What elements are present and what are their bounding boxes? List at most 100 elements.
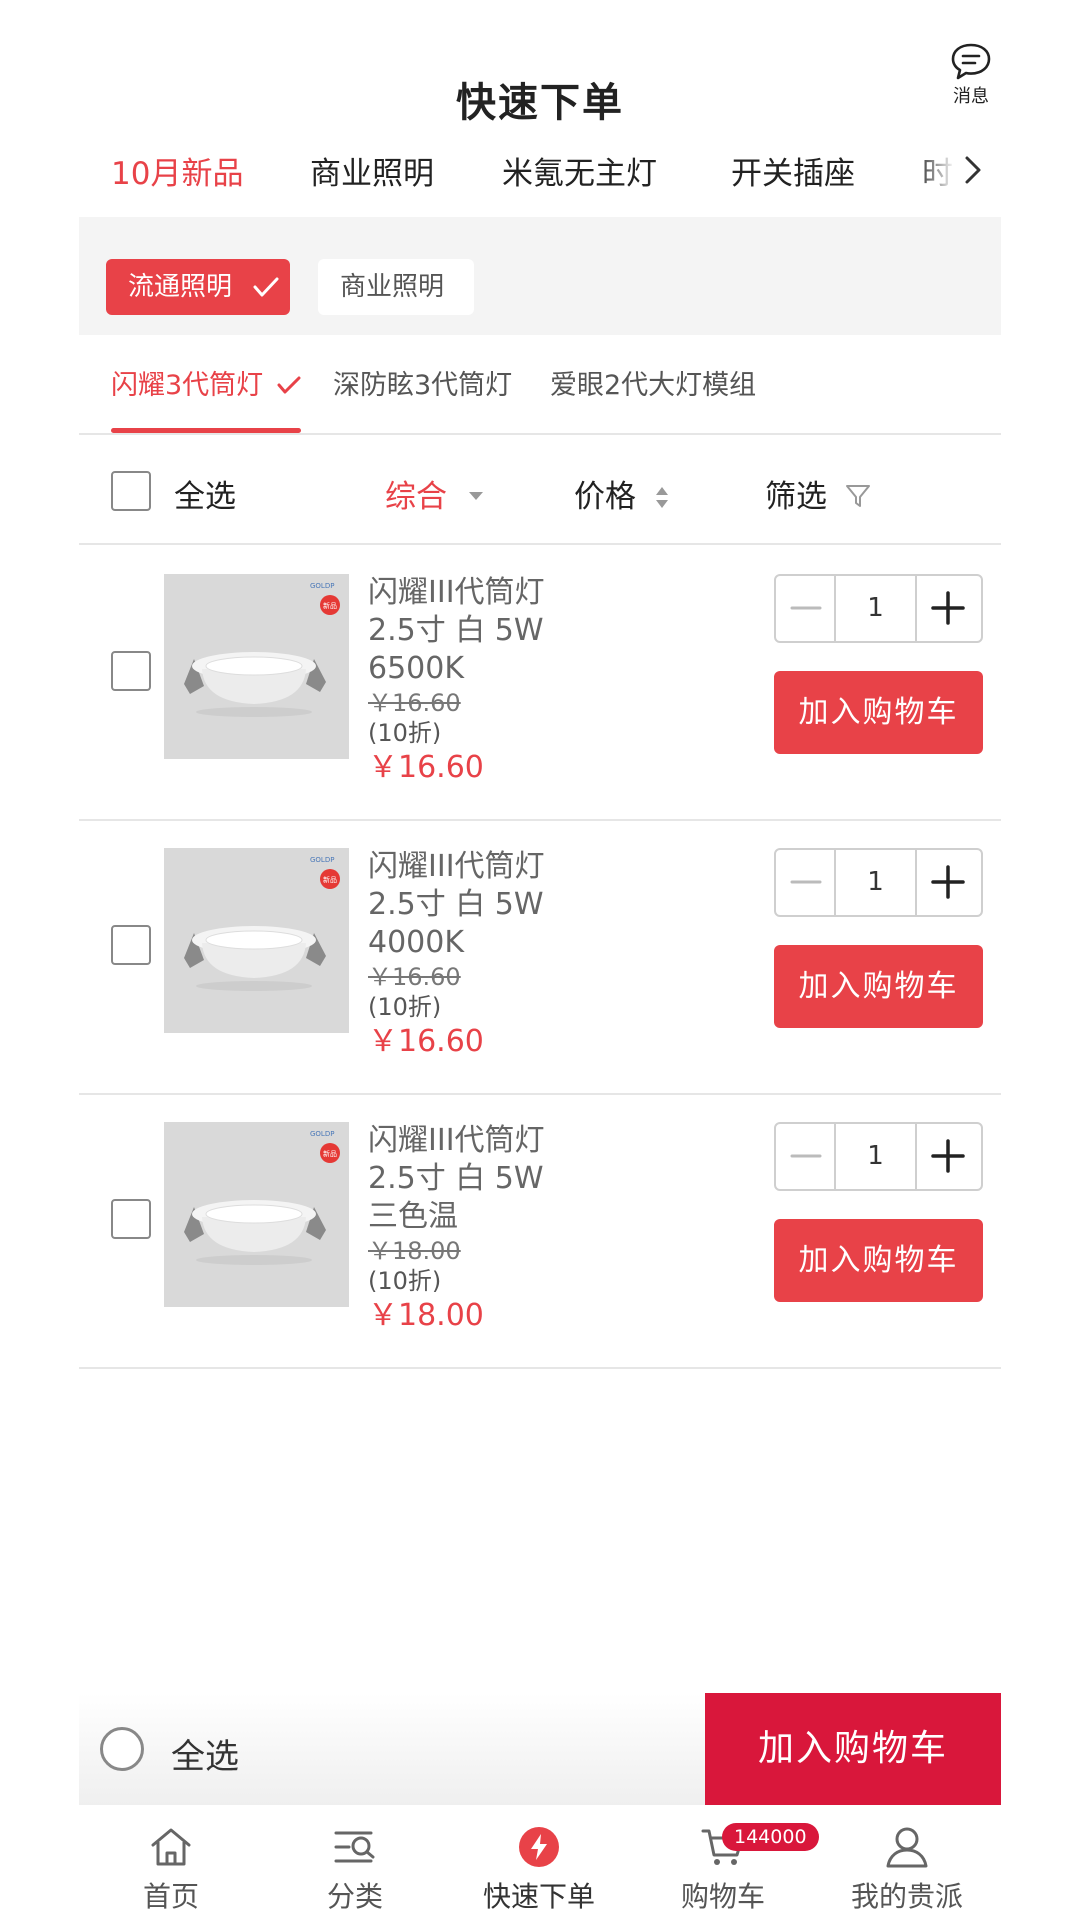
product-color-temp: 4000K [368, 925, 465, 960]
series-tab-eyecare2[interactable]: 爱眼2代大灯模组 [550, 363, 756, 402]
nav-home-label: 首页 [142, 1880, 199, 1913]
downlight-image: GOLDP 新品 [164, 574, 349, 759]
svg-text:新品: 新品 [323, 875, 337, 884]
original-price: ￥16.60 [368, 689, 461, 717]
tab-october-new[interactable]: 10月新品 [111, 148, 243, 193]
sort-arrows-icon [655, 487, 668, 508]
check-icon [253, 277, 279, 297]
select-all-radio[interactable] [100, 1727, 144, 1771]
filter-button[interactable]: 筛选 [765, 471, 873, 516]
product-info: 闪耀III代筒灯 2.5寸 白 5W 6500K ￥16.60 (10折) ￥1… [368, 574, 618, 788]
sort-bar: 全选 综合 价格 筛选 [79, 437, 1001, 545]
decrement-button[interactable] [776, 1124, 836, 1189]
quantity-stepper: 1 [774, 1122, 983, 1191]
discount-label: (10折) [368, 719, 442, 747]
brand-logo-text: GOLDP [310, 1130, 334, 1138]
series-tabs: 闪耀3代筒灯 深防眩3代筒灯 爱眼2代大灯模组 [79, 335, 1001, 435]
category-tabs: 10月新品 商业照明 米氪无主灯 开关插座 时 [79, 140, 1001, 212]
product-name[interactable]: 闪耀III代筒灯 [368, 848, 618, 886]
quantity-value[interactable]: 1 [836, 1124, 915, 1189]
select-all-label[interactable]: 全选 [174, 471, 236, 516]
category-icon [334, 1831, 375, 1863]
product-spec: 2.5寸 白 5W [368, 613, 544, 648]
tab-commercial-lighting[interactable]: 商业照明 [310, 148, 434, 193]
add-to-cart-button[interactable]: 加入购物车 [774, 945, 983, 1028]
sort-price-label: 价格 [574, 479, 636, 515]
product-checkbox[interactable] [111, 1199, 151, 1239]
lightning-icon [519, 1827, 559, 1867]
original-price: ￥16.60 [368, 963, 461, 991]
product-checkbox[interactable] [111, 651, 151, 691]
quantity-value[interactable]: 1 [836, 850, 915, 915]
chip-label: 流通照明 [128, 272, 233, 302]
minus-icon [790, 606, 822, 610]
user-icon [886, 1827, 928, 1868]
message-icon [951, 43, 991, 80]
increment-button[interactable] [915, 850, 981, 915]
product-name[interactable]: 闪耀III代筒灯 [368, 1122, 618, 1160]
quantity-stepper: 1 [774, 848, 983, 917]
svg-text:新品: 新品 [323, 601, 337, 610]
sale-price: ￥16.60 [368, 1024, 484, 1059]
chip-commercial-lighting[interactable]: 商业照明 [318, 259, 474, 315]
series-tab-antiglare3[interactable]: 深防眩3代筒灯 [333, 363, 512, 402]
add-to-cart-button[interactable]: 加入购物车 [774, 1219, 983, 1302]
increment-button[interactable] [915, 576, 981, 641]
message-label: 消息 [953, 86, 989, 107]
nav-cart[interactable]: 144000 购物车 [631, 1805, 819, 1920]
nav-category[interactable]: 分类 [263, 1805, 447, 1920]
tab-switch-socket[interactable]: 开关插座 [731, 148, 855, 193]
select-all-label[interactable]: 全选 [171, 1729, 239, 1778]
product-row: GOLDP 新品 闪耀III代筒灯 2.5寸 白 5W 4000K ￥16.60… [79, 821, 1001, 1095]
nav-profile[interactable]: 我的贵派 [815, 1805, 999, 1920]
product-name[interactable]: 闪耀III代筒灯 [368, 574, 618, 612]
increment-button[interactable] [915, 1124, 981, 1189]
product-spec: 2.5寸 白 5W [368, 1161, 544, 1196]
quantity-value[interactable]: 1 [836, 576, 915, 641]
tabs-scroll-right-button[interactable] [955, 150, 991, 190]
quantity-stepper: 1 [774, 574, 983, 643]
product-image[interactable]: GOLDP 新品 [164, 574, 349, 759]
downlight-image: GOLDP 新品 [164, 848, 349, 1033]
nav-cart-label: 购物车 [680, 1880, 765, 1913]
filter-icon [845, 485, 870, 507]
product-checkbox[interactable] [111, 925, 151, 965]
bottom-nav: 首页 分类 快速下单 144000 购物车 我的贵派 [79, 1805, 1001, 1920]
product-image[interactable]: GOLDP 新品 [164, 1122, 349, 1307]
product-image[interactable]: GOLDP 新品 [164, 848, 349, 1033]
tab-mike-lights[interactable]: 米氪无主灯 [502, 148, 657, 193]
series-tab-shine3[interactable]: 闪耀3代筒灯 [111, 363, 302, 402]
cart-count-badge: 144000 [722, 1823, 819, 1851]
minus-icon [790, 880, 822, 884]
product-spec: 2.5寸 白 5W [368, 887, 544, 922]
product-info: 闪耀III代筒灯 2.5寸 白 5W 4000K ￥16.60 (10折) ￥1… [368, 848, 618, 1062]
sale-price: ￥16.60 [368, 750, 484, 785]
decrement-button[interactable] [776, 576, 836, 641]
tab-fade [915, 140, 955, 212]
message-button[interactable]: 消息 [941, 42, 1001, 108]
product-color-temp: 三色温 [368, 1199, 458, 1234]
nav-profile-label: 我的贵派 [850, 1880, 963, 1913]
product-row: GOLDP 新品 闪耀III代筒灯 2.5寸 白 5W 三色温 ￥18.00 (… [79, 1095, 1001, 1369]
header: 快速下单 消息 [79, 30, 1001, 140]
chip-general-lighting[interactable]: 流通照明 [106, 259, 290, 315]
select-all-checkbox[interactable] [111, 471, 151, 511]
nav-quick-order-label: 快速下单 [482, 1880, 595, 1913]
nav-category-label: 分类 [326, 1880, 383, 1913]
brand-logo-text: GOLDP [310, 582, 334, 590]
check-icon [277, 376, 301, 394]
sort-comprehensive[interactable]: 综合 [385, 471, 487, 516]
page-title: 快速下单 [456, 80, 624, 126]
nav-home[interactable]: 首页 [79, 1805, 263, 1920]
decrement-button[interactable] [776, 850, 836, 915]
caret-down-icon [468, 492, 483, 500]
sort-price[interactable]: 价格 [574, 471, 672, 516]
subcategory-band: 流通照明 商业照明 [79, 217, 1001, 335]
brand-logo-text: GOLDP [310, 856, 334, 864]
series-tab-label: 闪耀3代筒灯 [111, 370, 264, 401]
add-to-cart-button[interactable]: 加入购物车 [774, 671, 983, 754]
batch-add-to-cart-button[interactable]: 加入购物车 [705, 1693, 1001, 1805]
minus-icon [790, 1154, 822, 1158]
nav-quick-order[interactable]: 快速下单 [447, 1805, 631, 1920]
filter-label: 筛选 [765, 479, 827, 515]
